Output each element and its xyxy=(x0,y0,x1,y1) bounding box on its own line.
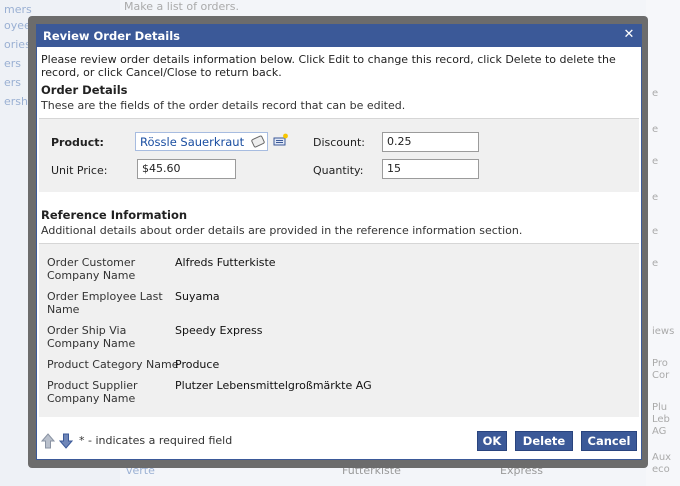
product-lookup[interactable]: Rössle Sauerkraut xyxy=(135,132,268,151)
reference-label: Order Ship Via Company Name xyxy=(47,324,136,350)
reference-information-panel: Order Customer Company Name Alfreds Futt… xyxy=(39,243,639,417)
discount-label: Discount: xyxy=(313,136,365,149)
review-order-details-dialog: Review Order Details ✕ Please review ord… xyxy=(36,24,642,460)
background-right-item: e xyxy=(652,156,659,167)
reference-value: Produce xyxy=(175,358,220,371)
eraser-icon[interactable] xyxy=(250,134,266,149)
arrow-down-icon[interactable] xyxy=(59,433,73,449)
background-right-item: Plu xyxy=(652,402,668,413)
reference-label: Order Employee Last Name xyxy=(47,290,163,316)
dialog-title: Review Order Details xyxy=(43,29,181,43)
reference-label: Product Category Name xyxy=(47,358,179,371)
cancel-button[interactable]: Cancel xyxy=(581,431,637,451)
product-lookup-value: Rössle Sauerkraut xyxy=(140,135,245,149)
reference-information-description: Additional details about order details a… xyxy=(41,224,523,237)
background-header-text: Make a list of orders. xyxy=(124,0,240,13)
order-details-heading: Order Details xyxy=(41,83,128,97)
background-right-item: e xyxy=(652,88,659,99)
background-right-item: Aux xyxy=(652,452,672,463)
ok-button[interactable]: OK xyxy=(477,431,507,451)
delete-button[interactable]: Delete xyxy=(515,431,573,451)
background-right-item: e xyxy=(652,124,659,135)
order-details-fields: Product: Rössle Sauerkraut Discount: 0.2… xyxy=(39,118,639,192)
close-icon[interactable]: ✕ xyxy=(623,28,635,42)
background-right-item: AG xyxy=(652,426,667,437)
arrow-up-icon[interactable] xyxy=(41,433,55,449)
dialog-titlebar[interactable]: Review Order Details ✕ xyxy=(37,25,641,47)
reference-label: Product Supplier Company Name xyxy=(47,379,138,405)
product-label: Product: xyxy=(51,136,104,149)
reference-value: Alfreds Futterkiste xyxy=(175,256,276,269)
background-right-item: e xyxy=(652,226,659,237)
new-item-icon[interactable] xyxy=(273,133,289,147)
unit-price-field[interactable]: $45.60 xyxy=(137,159,236,179)
quantity-field[interactable]: 15 xyxy=(382,159,479,179)
background-right-item: e xyxy=(652,258,659,269)
dialog-footer: * - indicates a required field OK Delete… xyxy=(37,423,641,459)
reference-value: Suyama xyxy=(175,290,220,303)
reference-value: Plutzer Lebensmittelgroßmärkte AG xyxy=(175,379,372,392)
discount-field[interactable]: 0.25 xyxy=(382,132,479,152)
background-right-item: e xyxy=(652,192,659,203)
order-details-description: These are the fields of the order detail… xyxy=(41,99,406,112)
reference-value: Speedy Express xyxy=(175,324,263,337)
unit-price-label: Unit Price: xyxy=(51,164,108,177)
background-right-item: Pro xyxy=(652,358,668,369)
background-right-item: Leb xyxy=(652,414,670,425)
background-right-item: iews xyxy=(652,326,675,337)
reference-label: Order Customer Company Name xyxy=(47,256,136,282)
quantity-label: Quantity: xyxy=(313,164,364,177)
background-right-column: e e e e e e iews Pro Cor Plu Leb AG Aux … xyxy=(646,0,680,486)
background-right-item: eco xyxy=(652,464,670,475)
required-field-note: * - indicates a required field xyxy=(79,434,233,447)
background-right-item: Cor xyxy=(652,370,670,381)
reference-information-heading: Reference Information xyxy=(41,208,188,222)
dialog-instructions: Please review order details information … xyxy=(41,53,616,79)
